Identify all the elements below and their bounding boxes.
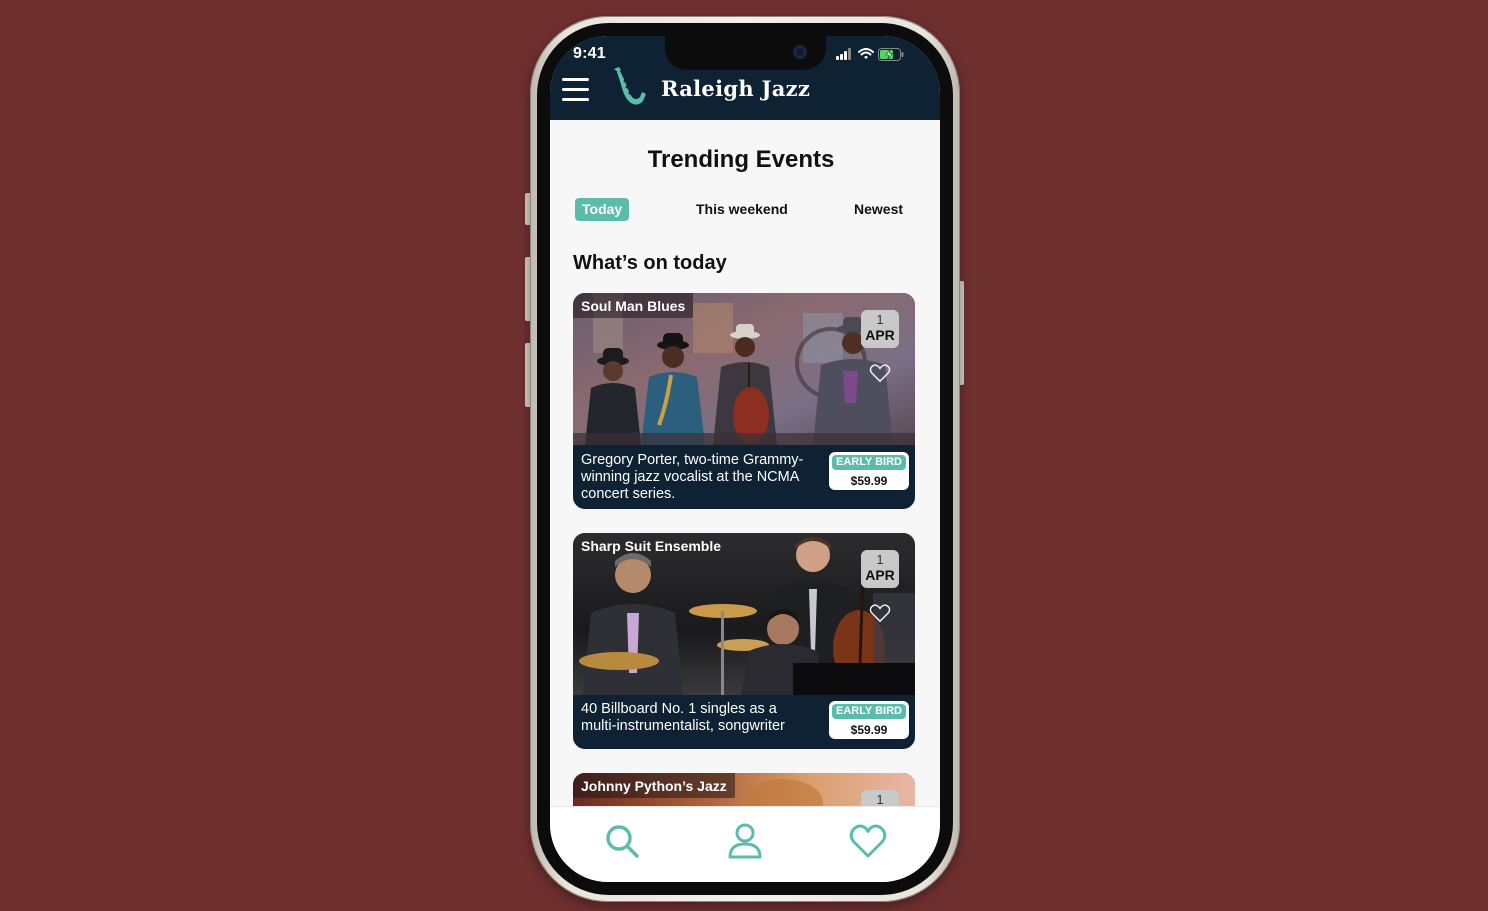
price-box[interactable]: EARLY BIRD $59.99	[829, 452, 909, 490]
event-title: Sharp Suit Ensemble	[581, 538, 722, 554]
event-description: Gregory Porter, two-time Grammy- winning…	[581, 452, 821, 503]
heart-icon[interactable]	[849, 822, 887, 860]
date-month: APR	[865, 567, 895, 583]
section-heading: What’s on today	[573, 252, 727, 274]
event-card[interactable]: Johnny Python’s Jazz 1	[573, 773, 915, 806]
stage: 9:41 Raleigh Jazz Trending Events Today …	[0, 0, 1488, 911]
camera-icon	[793, 45, 807, 59]
page-title: Trending Events	[647, 146, 835, 173]
event-card[interactable]: Sharp Suit Ensemble 1 APR 40 Billboard N…	[573, 533, 915, 749]
event-description-line: 40 Billboard No. 1 singles as a	[581, 701, 777, 717]
date-day: 1	[876, 312, 884, 327]
event-description-line: multi-instrumentalist, songwriter	[581, 718, 785, 734]
user-icon[interactable]	[726, 822, 764, 860]
early-bird-badge: EARLY BIRD	[832, 455, 906, 470]
content-area: Trending Events Today This weekend Newes…	[550, 120, 940, 806]
event-card[interactable]: Soul Man Blues 1 APR Gregory Porter, two…	[573, 293, 915, 509]
event-title: Johnny Python’s Jazz	[573, 773, 735, 798]
date-day: 1	[876, 792, 884, 807]
event-title: Soul Man Blues	[573, 293, 694, 318]
signal-icon	[836, 48, 852, 60]
tab-newest[interactable]: Newest	[854, 198, 903, 221]
ticket-price: $59.99	[850, 474, 888, 488]
tab-this-weekend[interactable]: This weekend	[696, 198, 788, 221]
date-badge: 1 APR	[861, 550, 899, 588]
app-brand-name: Raleigh Jazz	[661, 76, 811, 101]
event-description: 40 Billboard No. 1 singles as a multi-in…	[581, 701, 821, 735]
price-box[interactable]: EARLY BIRD $59.99	[829, 701, 909, 739]
event-description-line: Gregory Porter, two-time Grammy-	[581, 452, 804, 468]
notch	[665, 36, 826, 70]
saxophone-logo-icon	[614, 67, 646, 105]
date-day: 1	[876, 552, 884, 567]
status-time: 9:41	[573, 45, 606, 62]
bottom-nav	[550, 806, 940, 882]
hamburger-menu-icon[interactable]	[562, 78, 590, 102]
heart-icon[interactable]	[869, 363, 891, 383]
ticket-price: $59.99	[850, 723, 888, 737]
tab-today[interactable]: Today	[575, 198, 630, 221]
date-month: APR	[865, 327, 895, 343]
search-icon[interactable]	[603, 822, 641, 860]
date-badge: 1	[861, 790, 899, 806]
wifi-icon	[858, 48, 874, 59]
date-badge: 1 APR	[861, 310, 899, 348]
event-description-line: winning jazz vocalist at the NCMA	[581, 469, 800, 485]
heart-icon[interactable]	[869, 603, 891, 623]
app-header: 9:41 Raleigh Jazz	[550, 36, 940, 120]
event-description-line: concert series.	[581, 486, 676, 502]
phone-screen: 9:41 Raleigh Jazz Trending Events Today …	[550, 36, 940, 882]
early-bird-badge: EARLY BIRD	[832, 704, 906, 719]
battery-icon	[878, 48, 904, 61]
